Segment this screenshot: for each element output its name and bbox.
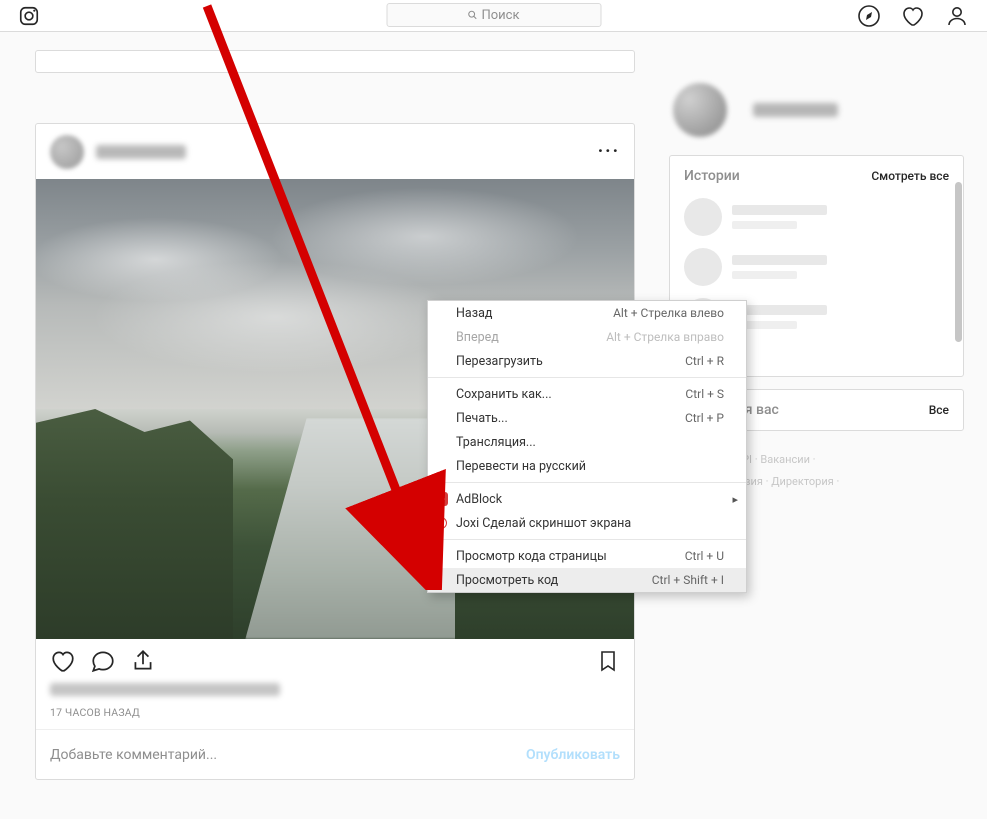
post-actions xyxy=(36,639,634,683)
stories-title: Истории xyxy=(684,168,740,184)
cm-label: Вперед xyxy=(456,330,499,345)
search-placeholder: Поиск xyxy=(481,8,519,23)
cm-shortcut: Ctrl + R xyxy=(685,354,724,368)
recommendations-all[interactable]: Все xyxy=(929,403,949,417)
cm-label: Печать... xyxy=(456,411,508,426)
publish-button[interactable]: Опубликовать xyxy=(526,747,620,763)
cm-shortcut: Ctrl + S xyxy=(685,387,724,401)
cm-save-as[interactable]: Сохранить как... Ctrl + S xyxy=(428,382,746,406)
story-item[interactable] xyxy=(684,192,949,242)
cm-separator xyxy=(428,482,746,483)
cm-inspect[interactable]: Просмотреть код Ctrl + Shift + I xyxy=(428,568,746,592)
heart-icon[interactable] xyxy=(901,4,925,28)
cm-label: Просмотреть код xyxy=(456,573,558,588)
cm-joxi[interactable]: Joxi Сделай скриншот экрана xyxy=(428,511,746,535)
story-text-placeholder xyxy=(732,255,827,279)
comment-input[interactable] xyxy=(50,747,526,763)
cm-adblock[interactable]: AdBlock xyxy=(428,487,746,511)
post-author-name-blurred[interactable] xyxy=(96,145,186,159)
post-comment-row: Опубликовать xyxy=(36,729,634,779)
post-more-button[interactable]: ··· xyxy=(598,141,620,162)
profile-icon[interactable] xyxy=(945,4,969,28)
explore-icon[interactable] xyxy=(857,4,881,28)
like-icon[interactable] xyxy=(50,648,76,674)
cm-cast[interactable]: Трансляция... xyxy=(428,430,746,454)
cm-shortcut: Ctrl + P xyxy=(685,411,724,425)
post-author-avatar[interactable] xyxy=(50,135,84,169)
cm-label: Назад xyxy=(456,306,492,321)
post-image-trees-left xyxy=(36,409,233,639)
cm-shortcut: Alt + Стрелка вправо xyxy=(606,330,724,344)
cm-shortcut: Alt + Стрелка влево xyxy=(613,306,724,320)
context-menu: Назад Alt + Стрелка влево Вперед Alt + С… xyxy=(427,300,747,593)
stories-see-all[interactable]: Смотреть все xyxy=(871,169,949,183)
cm-reload[interactable]: Перезагрузить Ctrl + R xyxy=(428,349,746,373)
cm-label: Просмотр кода страницы xyxy=(456,549,607,564)
joxi-icon xyxy=(434,516,448,530)
cm-label: Перезагрузить xyxy=(456,354,543,369)
cm-translate[interactable]: Перевести на русский xyxy=(428,454,746,478)
bookmark-icon[interactable] xyxy=(596,649,620,673)
post-timestamp: 17 ЧАСОВ НАЗАД xyxy=(36,702,634,729)
story-item[interactable] xyxy=(684,242,949,292)
cm-separator xyxy=(428,539,746,540)
cm-separator xyxy=(428,377,746,378)
story-text-placeholder xyxy=(732,205,827,229)
cm-label: Перевести на русский xyxy=(456,459,586,474)
post-caption-blurred xyxy=(50,683,280,696)
sidebar-profile-avatar xyxy=(673,83,727,137)
post-header: ··· xyxy=(36,124,634,179)
search-input[interactable]: Поиск xyxy=(386,3,601,27)
cm-label: Трансляция... xyxy=(456,435,536,450)
stories-scrollbar-thumb[interactable] xyxy=(955,182,962,342)
adblock-icon xyxy=(434,492,448,506)
search-icon xyxy=(467,10,477,20)
previous-post-card-fragment xyxy=(35,50,635,73)
top-navigation: Поиск xyxy=(0,0,987,32)
cm-print[interactable]: Печать... Ctrl + P xyxy=(428,406,746,430)
story-avatar xyxy=(684,248,722,286)
cm-shortcut: Ctrl + U xyxy=(685,549,724,563)
instagram-logo-icon[interactable] xyxy=(18,5,40,27)
nav-icons xyxy=(857,4,969,28)
cm-forward: Вперед Alt + Стрелка вправо xyxy=(428,325,746,349)
sidebar-profile-name-blurred xyxy=(753,103,838,117)
sidebar-profile[interactable] xyxy=(669,83,964,137)
cm-back[interactable]: Назад Alt + Стрелка влево xyxy=(428,301,746,325)
cm-label: AdBlock xyxy=(456,492,502,507)
cm-label: Сохранить как... xyxy=(456,387,552,402)
share-icon[interactable] xyxy=(130,648,156,674)
stories-header: Истории Смотреть все xyxy=(684,168,949,184)
cm-label: Joxi Сделай скриншот экрана xyxy=(456,516,631,531)
cm-view-source[interactable]: Просмотр кода страницы Ctrl + U xyxy=(428,544,746,568)
post-caption xyxy=(36,683,634,702)
cm-shortcut: Ctrl + Shift + I xyxy=(652,573,724,587)
comment-icon[interactable] xyxy=(90,648,116,674)
story-avatar xyxy=(684,198,722,236)
